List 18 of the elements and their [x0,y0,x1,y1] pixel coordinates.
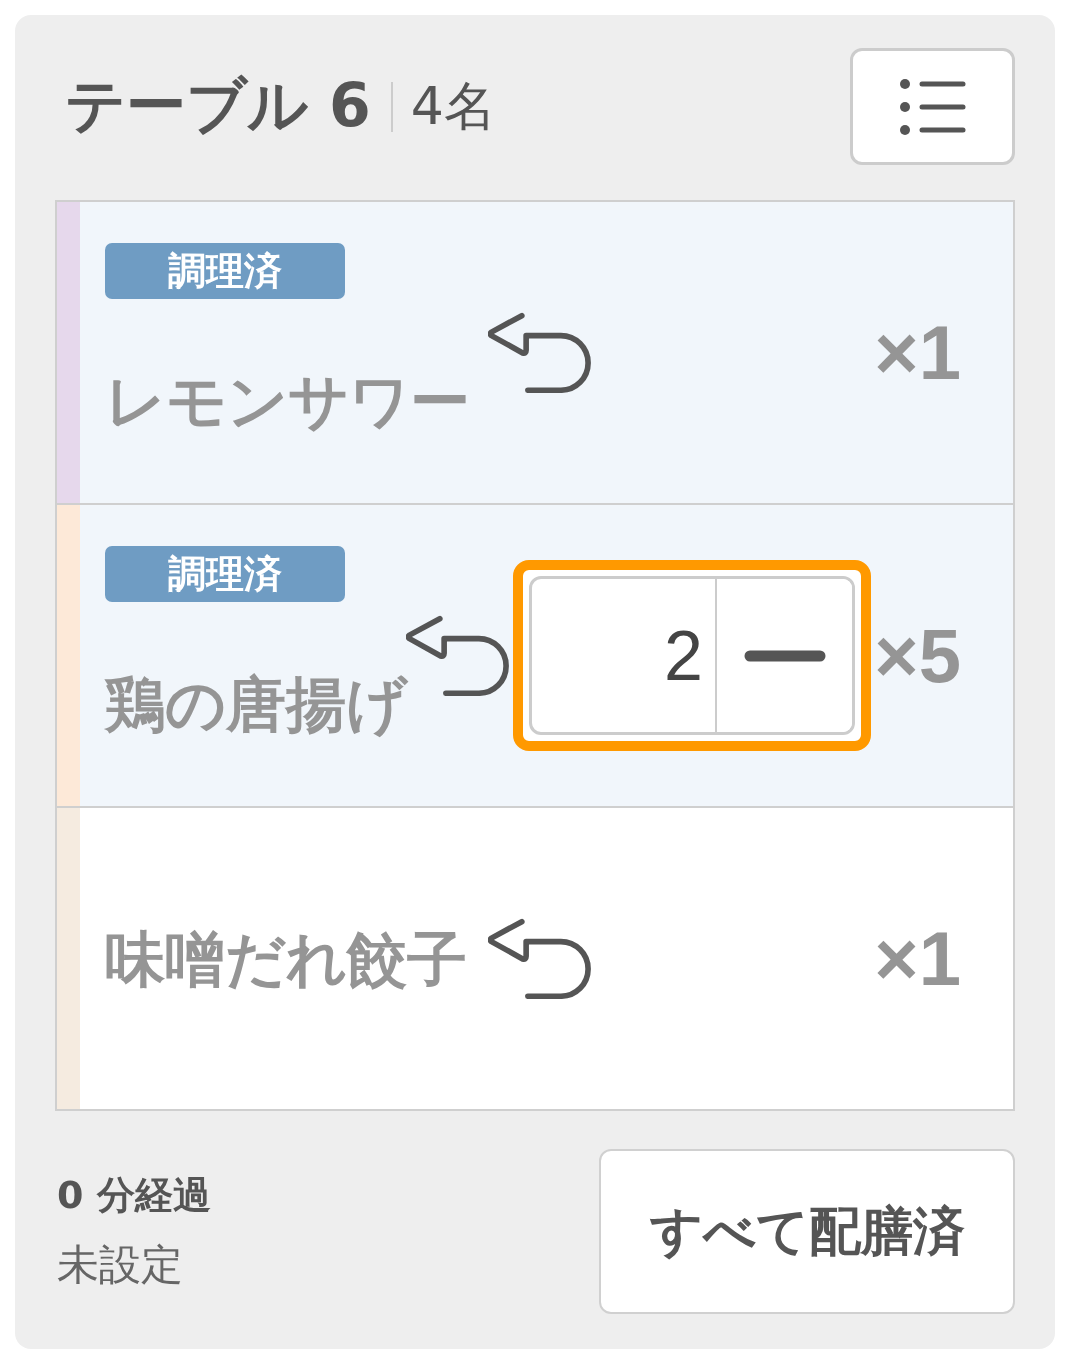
item-name: 味噌だれ餃子 [105,922,467,995]
undo-icon[interactable] [488,312,592,393]
item-quantity: ×1 [874,915,962,1002]
item-quantity: ×5 [874,612,962,699]
guest-count: 4名 [410,74,496,138]
status-badge: 調理済 [105,546,345,602]
menu-button[interactable] [850,48,1015,165]
item-name: レモンサワー [105,365,470,437]
elapsed-time: 0 分経過 [57,1172,211,1219]
timer-status: 未設定 [57,1239,184,1291]
table-title: テーブル 6 [65,69,371,142]
mark-all-served-button[interactable]: すべて配膳済 [599,1149,1015,1314]
undo-icon[interactable] [488,918,592,999]
list-icon [899,77,966,136]
minus-icon [743,649,826,662]
item-name: 鶏の唐揚げ [105,668,407,740]
item-quantity: ×1 [874,309,962,396]
status-badge: 調理済 [105,243,345,299]
